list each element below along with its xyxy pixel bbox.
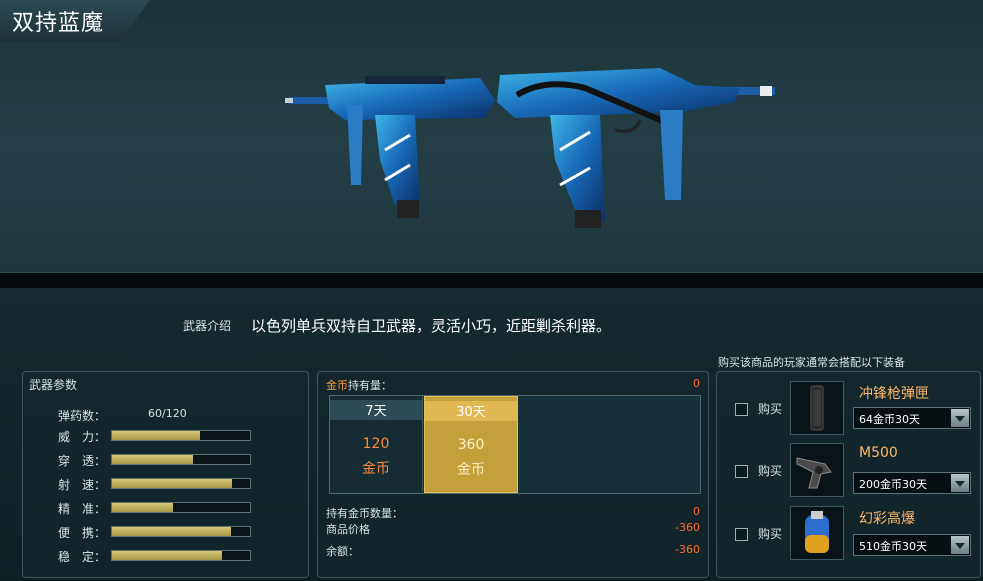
stat-bar	[111, 502, 251, 513]
recommend-item: 购买 冲锋枪弹匣 64金币30天	[717, 378, 980, 440]
price-line: 商品价格 -360	[326, 521, 700, 537]
stats-title: 武器参数	[29, 378, 78, 392]
duration-select[interactable]: 64金币30天	[853, 407, 971, 429]
item-name: 幻彩高爆	[859, 511, 915, 527]
purchase-panel: 金币持有量： 0 7天 120 金币 30天 360 金币 持有金币数量： 0 …	[317, 371, 709, 578]
stat-label: 穿 透：	[58, 454, 107, 468]
ammo-value: 60/120	[148, 407, 187, 420]
option-7-days[interactable]: 7天 120 金币	[330, 396, 423, 491]
stat-row-stability: 稳 定：	[58, 548, 298, 564]
buy-label: 购买	[758, 402, 783, 416]
held-gold-line: 持有金币数量： 0	[326, 505, 700, 521]
chevron-down-icon[interactable]	[951, 409, 969, 427]
stat-bar-fill	[112, 431, 201, 440]
buy-label: 购买	[758, 464, 783, 478]
select-value: 510金币30天	[859, 540, 927, 553]
stat-row-power: 威 力：	[58, 428, 298, 444]
stat-label: 便 携：	[58, 526, 107, 540]
buy-checkbox[interactable]	[735, 528, 748, 541]
stat-bar-fill	[112, 551, 223, 560]
option-days: 7天	[330, 400, 422, 420]
ammo-label: 弹药数：	[58, 409, 107, 423]
recommend-title: 购买该商品的玩家通常会搭配以下装备	[718, 356, 905, 369]
option-price: 360	[457, 437, 485, 453]
stat-label: 稳 定：	[58, 550, 107, 564]
intro-text: 以色列单兵双持自卫武器，灵活小巧，近距剿杀利器。	[251, 317, 612, 335]
item-name: M500	[859, 445, 898, 461]
balance-value: -360	[675, 543, 700, 556]
stat-bar-fill	[112, 503, 173, 512]
recommend-item: 购买 M500 200金币30天	[717, 441, 980, 503]
stat-row-penetration: 穿 透：	[58, 452, 298, 468]
gold-holding-label: 金币持有量：	[326, 377, 392, 393]
duration-select[interactable]: 510金币30天	[853, 534, 971, 556]
weapon-stats-panel: 武器参数 弹药数： 60/120 威 力： 穿 透： 射 速： 精 准： 便 携…	[22, 371, 309, 578]
stat-bar-fill	[112, 527, 231, 536]
stat-bar	[111, 478, 251, 489]
magazine-icon	[790, 381, 844, 435]
select-value: 64金币30天	[859, 413, 920, 426]
duration-options: 7天 120 金币 30天 360 金币	[329, 395, 701, 494]
buy-label: 购买	[758, 527, 783, 541]
stat-row-portability: 便 携：	[58, 524, 298, 540]
recommend-item: 购买 幻彩高爆 510金币30天	[717, 504, 980, 566]
stat-row-accuracy: 精 准：	[58, 500, 298, 516]
balance-label: 余额：	[326, 545, 359, 558]
recommend-panel: 购买 冲锋枪弹匣 64金币30天 购买 M500 200金币30天 购买 幻彩高…	[716, 371, 981, 578]
duration-select[interactable]: 200金币30天	[853, 472, 971, 494]
chevron-down-icon[interactable]	[951, 474, 969, 492]
item-name: 冲锋枪弹匣	[859, 386, 929, 402]
stat-label: 射 速：	[58, 478, 107, 492]
option-unit: 金币	[457, 462, 485, 478]
grenade-icon	[790, 506, 844, 560]
buy-checkbox[interactable]	[735, 403, 748, 416]
stat-label: 精 准：	[58, 502, 107, 516]
option-30-days[interactable]: 30天 360 金币	[424, 396, 518, 493]
stat-label: 威 力：	[58, 430, 107, 444]
dual-smg-image	[285, 68, 775, 228]
price-value: -360	[675, 521, 700, 534]
stat-bar-fill	[112, 479, 233, 488]
gold-holding-value: 0	[693, 377, 700, 390]
stat-bar-fill	[112, 455, 194, 464]
buy-checkbox[interactable]	[735, 465, 748, 478]
gold-word: 金币	[326, 379, 348, 392]
option-days: 30天	[425, 401, 517, 421]
holding-word: 持有量：	[348, 379, 392, 392]
stat-bar	[111, 430, 251, 441]
select-value: 200金币30天	[859, 478, 927, 491]
stat-bar	[111, 526, 251, 537]
stat-bar	[111, 454, 251, 465]
held-gold-value: 0	[693, 505, 700, 518]
price-label: 商品价格	[326, 523, 370, 536]
weapon-title: 双持蓝魔	[12, 11, 105, 36]
weapon-showcase: 双持蓝魔	[0, 0, 983, 285]
held-gold-label: 持有金币数量：	[326, 507, 403, 520]
option-unit: 金币	[362, 461, 390, 477]
chevron-down-icon[interactable]	[951, 536, 969, 554]
balance-line: 余额： -360	[326, 543, 700, 559]
stat-row-fire-rate: 射 速：	[58, 476, 298, 492]
revolver-icon	[790, 443, 844, 497]
stat-bar	[111, 550, 251, 561]
intro-label: 武器介绍	[183, 319, 232, 333]
option-price: 120	[362, 436, 390, 452]
